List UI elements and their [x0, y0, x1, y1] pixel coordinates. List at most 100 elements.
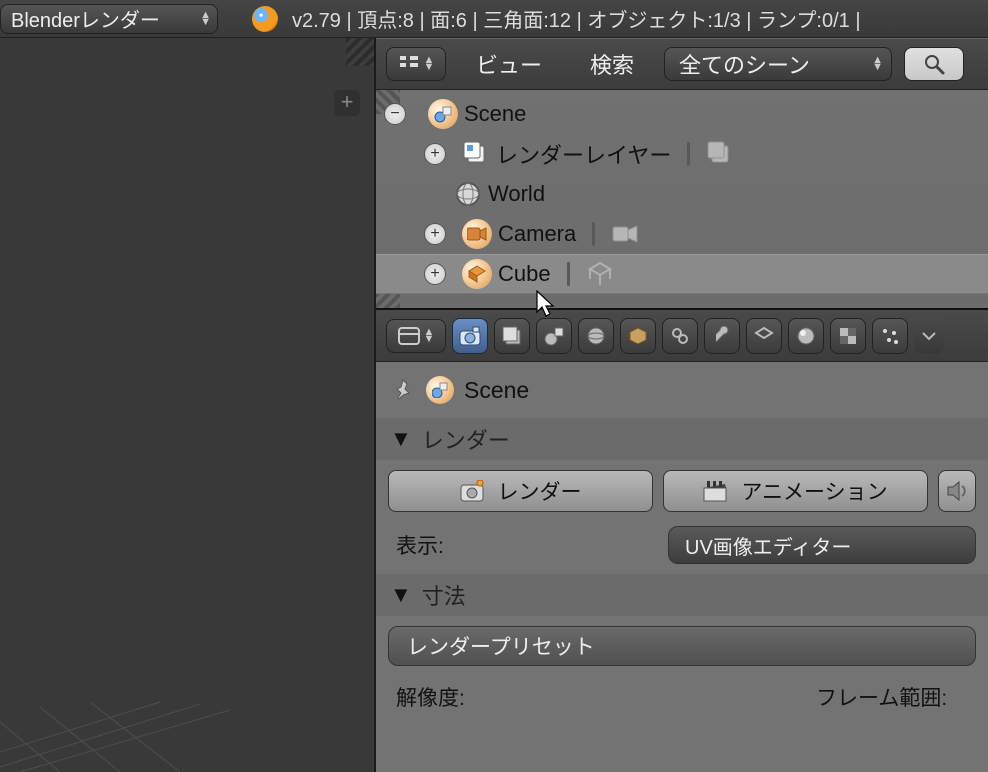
scene-icon	[426, 376, 454, 404]
layers-icon	[502, 326, 522, 346]
cube-icon	[628, 326, 648, 346]
expand-icon[interactable]: +	[424, 143, 446, 165]
panel-header-dimensions[interactable]: ▼ 寸法	[376, 574, 988, 616]
editor-type-selector[interactable]: ▲▼	[386, 47, 446, 81]
updown-icon: ▲▼	[424, 57, 435, 71]
tree-label: Cube	[498, 261, 551, 287]
panel-body-dimensions: レンダープリセット 解像度: フレーム範囲:	[376, 616, 988, 722]
renderlayers-ghost-icon[interactable]	[706, 140, 734, 168]
info-header: Blenderレンダー ▲▼ v2.79 | 頂点:8 | 面:6 | 三角面:…	[0, 0, 988, 38]
tab-scene[interactable]	[536, 318, 572, 354]
camera-data-icon[interactable]	[611, 221, 641, 247]
tab-modifiers[interactable]	[704, 318, 740, 354]
properties-header: ▲▼	[376, 310, 988, 362]
render-engine-dropdown[interactable]: Blenderレンダー ▲▼	[0, 4, 218, 34]
outliner-filter-dropdown[interactable]: 全てのシーン ▲▼	[664, 47, 892, 81]
mesh-icon	[462, 259, 492, 289]
outliner-panel: ▲▼ ビュー 検索 全てのシーン ▲▼ −	[376, 38, 988, 308]
outliner-filter-label: 全てのシーン	[679, 48, 810, 80]
render-button[interactable]: レンダー	[388, 470, 653, 512]
tree-label: レンダーレイヤー	[496, 138, 671, 170]
frame-range-label: フレーム範囲:	[816, 682, 976, 712]
properties-icon	[398, 327, 420, 345]
animation-button-label: アニメーション	[741, 476, 887, 506]
tab-material[interactable]	[788, 318, 824, 354]
mesh-icon	[754, 326, 774, 346]
display-label: 表示:	[388, 530, 658, 560]
updown-icon: ▲▼	[424, 329, 435, 343]
presets-label: レンダープリセット	[407, 631, 595, 661]
tree-label: Camera	[498, 221, 576, 247]
render-presets-dropdown[interactable]: レンダープリセット	[388, 626, 976, 666]
tab-object[interactable]	[620, 318, 656, 354]
blender-logo-icon	[252, 6, 278, 32]
toolshelf-toggle[interactable]: +	[334, 90, 360, 116]
area-split-handle[interactable]	[346, 38, 374, 66]
panel-title: 寸法	[422, 579, 466, 611]
chevron-down-icon	[921, 328, 937, 344]
tab-world[interactable]	[578, 318, 614, 354]
expand-icon[interactable]: +	[424, 263, 446, 285]
camera-icon	[460, 480, 484, 502]
3d-viewport[interactable]: +	[0, 38, 376, 772]
audio-button[interactable]	[938, 470, 976, 512]
tab-data[interactable]	[746, 318, 782, 354]
tab-texture[interactable]	[830, 318, 866, 354]
tree-row-scene[interactable]: − Scene	[376, 94, 988, 134]
outliner-view-menu[interactable]: ビュー	[458, 48, 560, 80]
camera-icon	[462, 219, 492, 249]
disclosure-down-icon: ▼	[390, 582, 412, 608]
tree-row-camera[interactable]: + Camera	[376, 214, 988, 254]
tab-render[interactable]	[452, 318, 488, 354]
scene-icon	[544, 326, 564, 346]
render-button-label: レンダー	[498, 476, 582, 506]
particles-icon	[880, 326, 900, 346]
speaker-icon	[946, 481, 968, 501]
search-icon	[922, 52, 946, 76]
tree-row-cube[interactable]: + Cube	[376, 254, 988, 294]
panel-header-render[interactable]: ▼ レンダー	[376, 418, 988, 460]
updown-icon: ▲▼	[200, 12, 211, 26]
updown-icon: ▲▼	[872, 57, 883, 71]
display-mode-dropdown[interactable]: UV画像エディター	[668, 526, 976, 564]
grid-floor-icon	[0, 682, 240, 772]
outliner-header: ▲▼ ビュー 検索 全てのシーン ▲▼	[376, 38, 988, 90]
tab-constraints[interactable]	[662, 318, 698, 354]
tree-row-world[interactable]: World	[376, 174, 988, 214]
resolution-label: 解像度:	[388, 682, 806, 712]
context-breadcrumb: Scene	[376, 362, 988, 418]
context-scene-label: Scene	[464, 377, 529, 404]
tree-label: Scene	[464, 101, 526, 127]
render-engine-label: Blenderレンダー	[11, 4, 160, 33]
panel-title: レンダー	[422, 423, 510, 455]
outliner-tree[interactable]: − Scene + レンダーレイヤー Wo	[376, 90, 988, 308]
separator	[687, 142, 690, 166]
scene-icon	[428, 99, 458, 129]
panel-body-render: レンダー アニメーション 表示: UV画像エディター	[376, 460, 988, 574]
expand-icon[interactable]: +	[424, 223, 446, 245]
scene-stats: v2.79 | 頂点:8 | 面:6 | 三角面:12 | オブジェクト:1/3…	[292, 4, 861, 33]
animation-button[interactable]: アニメーション	[663, 470, 928, 512]
collapse-icon[interactable]: −	[384, 103, 406, 125]
world-icon	[454, 180, 482, 208]
renderlayers-icon	[462, 140, 490, 168]
tab-physics[interactable]	[914, 318, 944, 354]
mesh-data-icon[interactable]	[586, 260, 614, 288]
tab-particles[interactable]	[872, 318, 908, 354]
outliner-icon	[398, 53, 420, 75]
world-icon	[586, 326, 606, 346]
pin-icon[interactable]	[390, 377, 416, 403]
tab-renderlayers[interactable]	[494, 318, 530, 354]
tree-label: World	[488, 181, 545, 207]
properties-panel: ▲▼ Scene	[376, 308, 988, 772]
disclosure-down-icon: ▼	[390, 426, 412, 452]
camera-icon	[459, 326, 481, 346]
clapper-icon	[703, 480, 727, 502]
outliner-search-button[interactable]	[904, 47, 964, 81]
chain-icon	[670, 326, 690, 346]
outliner-search-menu[interactable]: 検索	[572, 48, 652, 80]
wrench-icon	[712, 326, 732, 346]
sphere-icon	[796, 326, 816, 346]
editor-type-selector[interactable]: ▲▼	[386, 319, 446, 353]
tree-row-renderlayers[interactable]: + レンダーレイヤー	[376, 134, 988, 174]
